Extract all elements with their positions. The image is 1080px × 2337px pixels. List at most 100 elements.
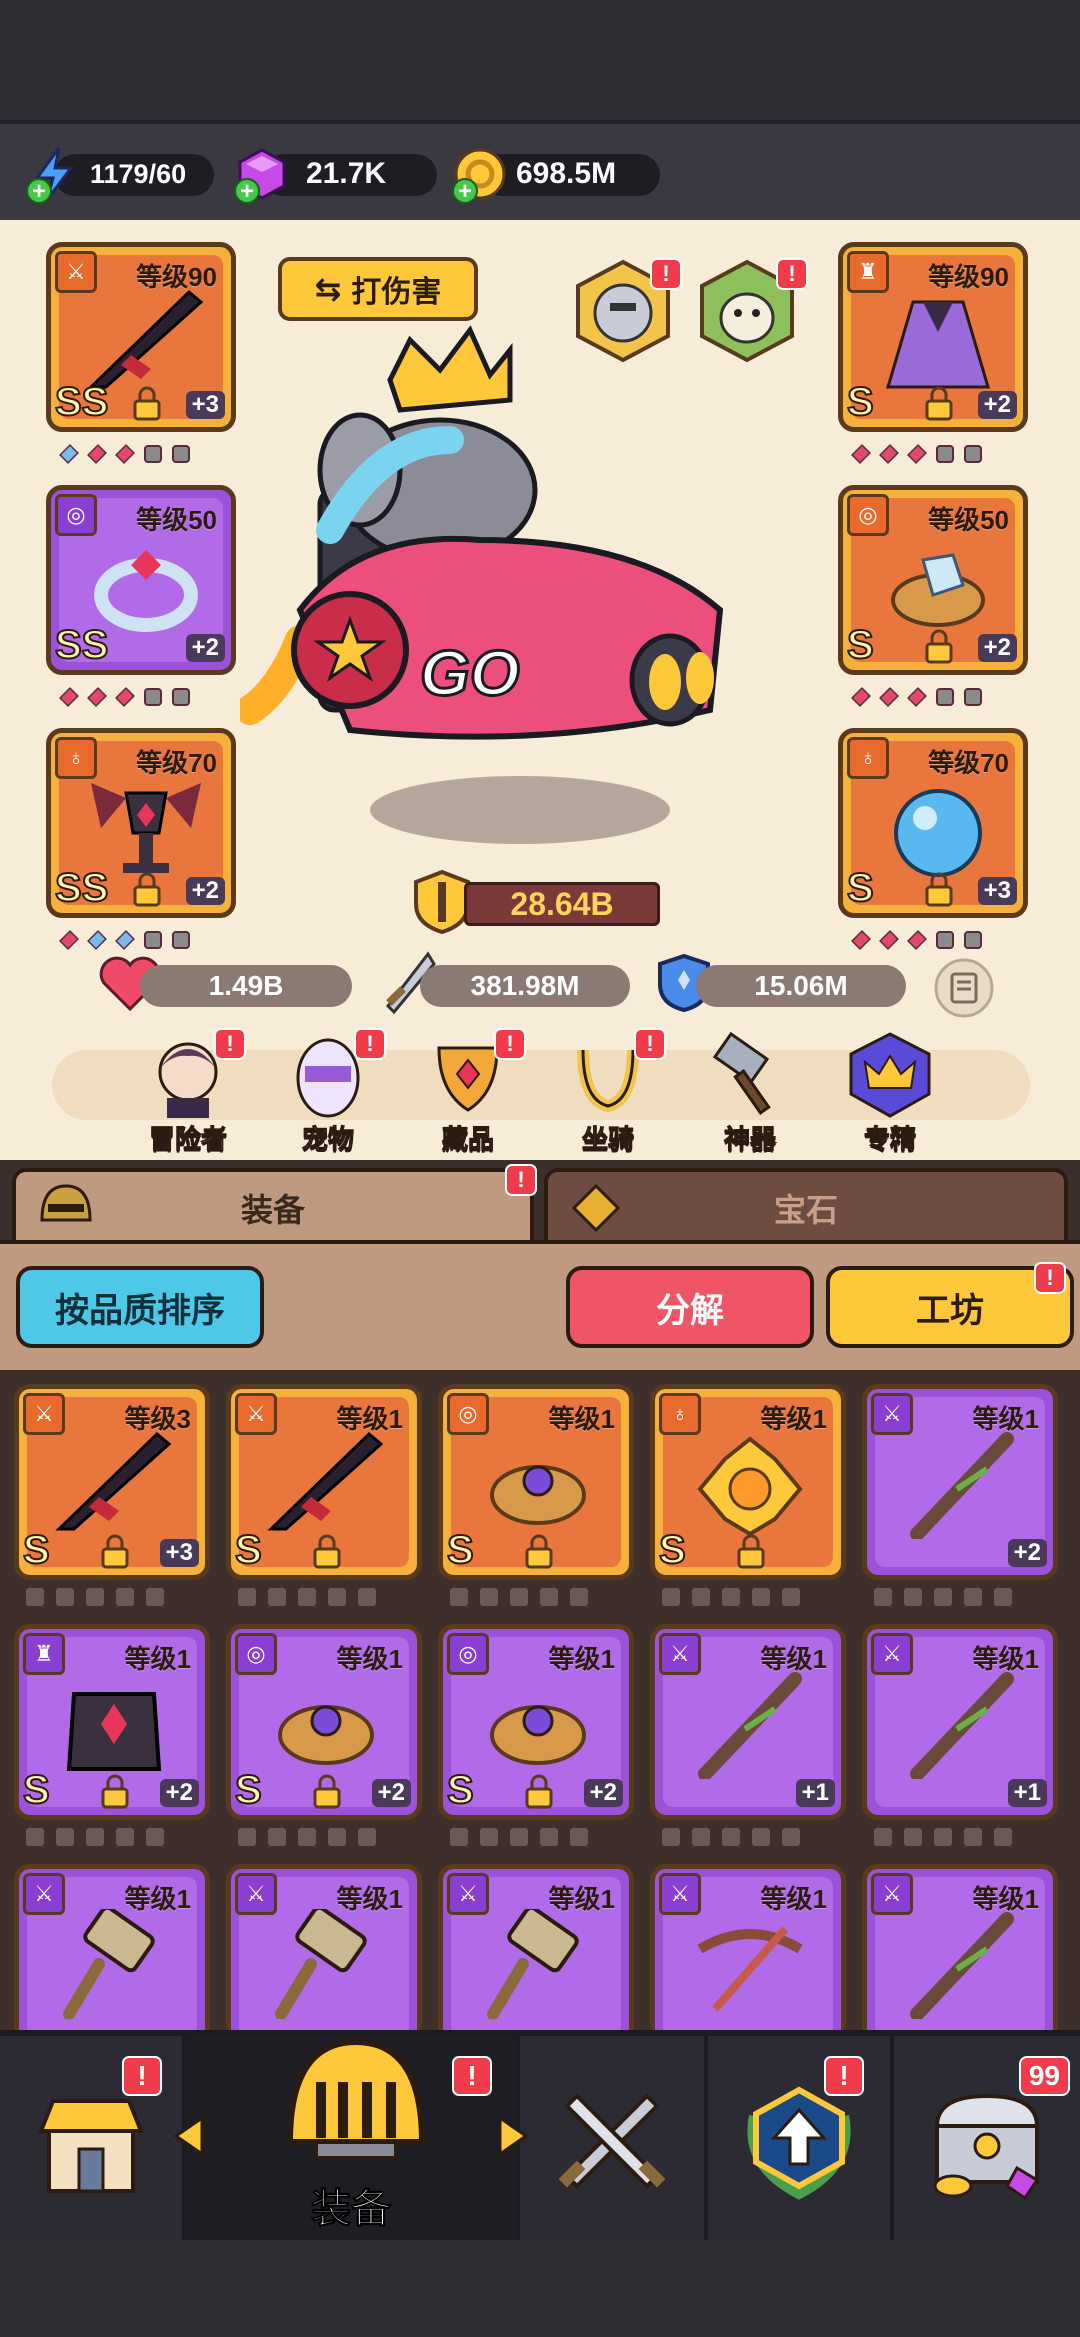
nav-chest[interactable]: 99 (894, 2036, 1080, 2246)
hammer-icon (275, 1909, 367, 2019)
item-card: ⚔ 等级3 S +3 (14, 1384, 210, 1580)
menu-artifact[interactable]: 神器 (690, 1030, 810, 1156)
armor-icon (66, 1692, 162, 1771)
inventory-item[interactable]: ⚔ 等级1 (438, 1864, 634, 2030)
gem-socket-row (874, 1588, 1012, 1606)
purple-cloak-icon (885, 300, 991, 389)
inventory-item[interactable]: ⚔ 等级1 (650, 1864, 846, 2030)
stats-detail-icon[interactable] (934, 958, 994, 1018)
item-level: 等级1 (336, 1884, 403, 1914)
equip-slot-weapon[interactable]: ⚔ 等级90 SS +3 (46, 242, 236, 432)
energy-value: 1179/60 (90, 158, 187, 189)
sort-button-label: 按品质排序 (55, 1291, 225, 1330)
inventory-item[interactable]: ⚔ 等级1 S (226, 1384, 422, 1606)
gems-value: 21.7K (306, 157, 387, 190)
blue-orb-icon (894, 789, 982, 877)
slot-rank: S (846, 379, 875, 425)
item-card: ⚔ 等级1 S (226, 1384, 422, 1580)
slot-level: 等级50 (136, 505, 217, 535)
hero-area: ⚔ 等级90 SS +3 ◎ 等级50 SS +2 ♁ 等级70 SS +2 ♜… (0, 220, 1080, 1170)
sort-by-quality-button[interactable]: 按品质排序 (16, 1266, 264, 1348)
item-rank: S (22, 1767, 51, 1813)
gem-socket-row (26, 1828, 164, 1846)
attack-value: 381.98M (470, 970, 580, 1001)
notification-badge: ! (214, 1028, 246, 1060)
gold-coin-icon: + (450, 144, 510, 204)
hammer-icon (63, 1909, 155, 2019)
defense-value: 15.06M (754, 970, 848, 1001)
notification-badge: ! (452, 2056, 492, 2096)
item-level: 等级1 (124, 1884, 191, 1914)
menu-label: 专精 (863, 1124, 916, 1155)
item-rank: S (446, 1527, 475, 1573)
inventory-item[interactable]: ◎ 等级1 S +2 (226, 1624, 422, 1846)
equip-slot-amulet[interactable]: ♁ 等级70 SS +2 (46, 728, 236, 918)
ring-type-icon: ◎ (55, 494, 97, 536)
inventory-item[interactable]: ◎ 等级1 S +2 (438, 1624, 634, 1846)
slot-rank: SS (54, 379, 109, 425)
gem-socket-row (238, 1588, 376, 1606)
gold-resource[interactable]: + 698.5M (450, 144, 660, 204)
staff-type-icon: ⚔ (659, 1633, 701, 1675)
sword-type-icon: ⚔ (55, 251, 97, 293)
item-level: 等级1 (972, 1404, 1039, 1434)
left-arrow-icon[interactable] (172, 2114, 206, 2158)
tab-gems[interactable]: 宝石 (544, 1168, 1068, 1244)
lock-icon (133, 872, 161, 907)
inventory-item[interactable]: ⚔ 等级1 +2 (862, 1384, 1058, 1606)
equip-slot-orb[interactable]: ♁ 等级70 S +3 (838, 728, 1028, 918)
staff-icon (910, 1672, 1014, 1779)
menu-mastery[interactable]: 专精 (830, 1030, 950, 1156)
inventory-item[interactable]: ⚔ 等级1 (862, 1864, 1058, 2030)
staff-icon (698, 1672, 802, 1779)
nav-equipment[interactable]: ! 装备 (173, 2036, 529, 2246)
add-gold-icon[interactable]: + (452, 178, 478, 204)
inventory-item[interactable]: ♁ 等级1 S (650, 1384, 846, 1606)
inventory-item[interactable]: ⚔ 等级1 (226, 1864, 422, 2030)
inventory-item[interactable]: ⚔ 等级1 +1 (650, 1624, 846, 1846)
equip-slot-armor[interactable]: ♜ 等级90 S +2 (838, 242, 1028, 432)
inventory-item[interactable]: ◎ 等级1 S (438, 1384, 634, 1606)
tab-equipment[interactable]: 装备 (12, 1168, 534, 1244)
equip-slot-ring[interactable]: ◎ 等级50 SS +2 (46, 485, 236, 675)
notification-badge: ! (824, 2056, 864, 2096)
gem-resource[interactable]: + 21.7K (232, 146, 437, 204)
notification-badge: ! (122, 2056, 162, 2096)
equip-slot-bracer[interactable]: ◎ 等级50 S +2 (838, 485, 1028, 675)
ring-type-icon: ◎ (447, 1393, 489, 1435)
inventory-item[interactable]: ⚔ 等级3 S +3 (14, 1384, 210, 1606)
lock-icon (313, 1534, 341, 1569)
item-level: 等级1 (760, 1884, 827, 1914)
hero-character[interactable]: GO (240, 310, 780, 850)
item-card: ♜ 等级1 S +2 (14, 1624, 210, 1820)
gem-socket-row (874, 1828, 1012, 1846)
tab-gems-label: 宝石 (773, 1192, 838, 1228)
energy-resource[interactable]: + 1179/60 (24, 146, 214, 204)
sword-icon (267, 1431, 384, 1531)
item-level: 等级1 (336, 1644, 403, 1674)
item-level: 等级1 (336, 1404, 403, 1434)
add-gems-icon[interactable]: + (234, 178, 260, 204)
menu-label: 冒险者 (148, 1124, 227, 1155)
inventory-item[interactable]: ⚔ 等级1 (14, 1864, 210, 2030)
nav-upgrade[interactable]: ! (708, 2036, 894, 2246)
staff-type-icon: ⚔ (871, 1633, 913, 1675)
inventory-item[interactable]: ⚔ 等级1 +1 (862, 1624, 1058, 1846)
item-plus: +1 (795, 1779, 835, 1807)
item-level: 等级1 (548, 1884, 615, 1914)
inventory-tabs: 装备 ! 宝石 (0, 1160, 1080, 1244)
gem-socket-row (26, 1588, 164, 1606)
ring-type-icon: ◎ (447, 1633, 489, 1675)
inventory-item[interactable]: ♜ 等级1 S +2 (14, 1624, 210, 1846)
nav-shop[interactable]: ! (0, 2036, 186, 2246)
lock-icon (925, 386, 953, 421)
inventory-action-bar: 按品质排序 分解 工坊 ! (0, 1240, 1080, 1370)
ring-icon (490, 1465, 586, 1525)
add-energy-icon[interactable]: + (26, 178, 52, 204)
lock-icon (133, 386, 161, 421)
slot-plus: +2 (185, 634, 225, 662)
attack-stat: 381.98M (420, 965, 630, 1007)
dismantle-button[interactable]: 分解 (566, 1266, 814, 1348)
item-rank: S (234, 1527, 263, 1573)
nav-battle[interactable] (520, 2036, 708, 2246)
